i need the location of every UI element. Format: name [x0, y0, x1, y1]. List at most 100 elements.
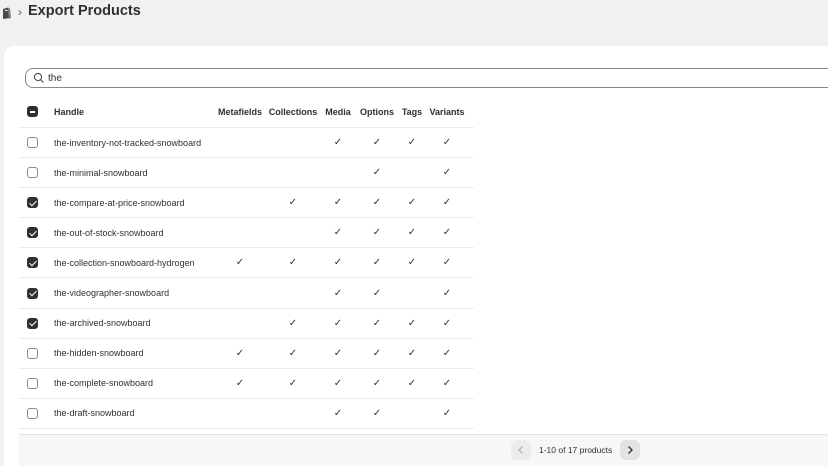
check-mark-icon: ✓ [235, 257, 245, 269]
media-cell: ✓ [323, 309, 353, 338]
chevron-left-icon [518, 446, 523, 454]
tags-cell: ✓ [401, 128, 423, 157]
variants-cell: ✓ [428, 188, 466, 217]
product-handle: the-collection-snowboard-hydrogen [54, 257, 195, 268]
pagination-label: 1-10 of 17 products [539, 445, 613, 455]
table-row[interactable]: the-out-of-stock-snowboard ✓ ✓ ✓ ✓ [19, 218, 474, 249]
table-header-row: Handle Metafields Collections Media Opti… [19, 96, 474, 128]
search-field[interactable] [25, 68, 828, 88]
collections-cell [269, 128, 317, 157]
check-mark-icon: ✓ [288, 197, 298, 209]
product-handle: the-minimal-snowboard [54, 167, 148, 178]
check-mark-icon: ✓ [407, 377, 417, 389]
row-checkbox[interactable] [27, 197, 38, 209]
row-checkbox-cell [27, 158, 41, 187]
row-checkbox[interactable] [27, 257, 38, 269]
check-mark-icon: ✓ [372, 317, 382, 329]
metafields-cell: ✓ [215, 248, 265, 277]
variants-cell: ✓ [428, 248, 466, 277]
table-row[interactable]: the-draft-snowboard ✓ ✓ ✓ [19, 399, 474, 429]
table-row[interactable]: the-collection-snowboard-hydrogen ✓ ✓ ✓ ✓ ✓ ✓ [19, 248, 474, 279]
metafields-cell [215, 158, 265, 187]
check-mark-icon: ✓ [442, 317, 452, 329]
check-mark-icon: ✓ [372, 167, 382, 179]
table-row[interactable]: the-complete-snowboard ✓ ✓ ✓ ✓ ✓ ✓ [19, 369, 474, 399]
table-row[interactable]: the-hidden-snowboard ✓ ✓ ✓ ✓ ✓ ✓ [19, 339, 474, 369]
product-handle: the-hidden-snowboard [54, 348, 144, 359]
row-checkbox[interactable] [27, 347, 38, 359]
next-page-button[interactable] [620, 440, 640, 460]
row-checkbox-cell [27, 399, 41, 428]
check-mark-icon: ✓ [407, 317, 417, 329]
product-handle: the-compare-at-price-snowboard [54, 197, 185, 208]
table-row[interactable]: the-videographer-snowboard ✓ ✓ ✓ [19, 278, 474, 309]
options-cell: ✓ [359, 188, 395, 217]
check-mark-icon: ✓ [372, 257, 382, 269]
check-mark-icon: ✓ [372, 377, 382, 389]
variants-cell: ✓ [428, 278, 466, 307]
collections-cell: ✓ [269, 248, 317, 277]
tags-cell [401, 158, 423, 187]
column-header-collections: Collections [268, 106, 318, 117]
check-mark-icon: ✓ [442, 197, 452, 209]
row-checkbox-cell [27, 128, 41, 157]
metafields-cell [215, 399, 265, 428]
previous-page-button[interactable] [511, 440, 531, 460]
check-mark-icon: ✓ [372, 197, 382, 209]
row-checkbox[interactable] [27, 377, 38, 389]
check-mark-icon: ✓ [442, 227, 452, 239]
collections-cell [269, 278, 317, 307]
media-cell: ✓ [323, 248, 353, 277]
product-handle: the-out-of-stock-snowboard [54, 227, 164, 238]
check-mark-icon: ✓ [333, 197, 343, 209]
table-row[interactable]: the-compare-at-price-snowboard ✓ ✓ ✓ ✓ ✓ [19, 188, 474, 219]
options-cell: ✓ [359, 309, 395, 338]
table-row[interactable]: the-archived-snowboard ✓ ✓ ✓ ✓ ✓ [19, 309, 474, 339]
collections-cell [269, 158, 317, 187]
media-cell: ✓ [323, 128, 353, 157]
row-checkbox[interactable] [27, 287, 38, 299]
metafields-cell [215, 128, 265, 157]
select-all-checkbox[interactable] [27, 106, 38, 117]
check-mark-icon: ✓ [407, 227, 417, 239]
metafields-cell: ✓ [215, 369, 265, 398]
check-mark-icon: ✓ [333, 287, 343, 299]
column-header-metafields: Metafields [217, 106, 262, 117]
row-checkbox[interactable] [27, 407, 38, 419]
tags-cell: ✓ [401, 339, 423, 368]
media-cell [323, 158, 353, 187]
row-checkbox[interactable] [27, 317, 38, 329]
table-row[interactable]: the-minimal-snowboard ✓ ✓ [19, 158, 474, 189]
row-checkbox[interactable] [27, 227, 38, 239]
row-checkbox-cell [27, 188, 41, 217]
media-cell: ✓ [323, 399, 353, 428]
table-row[interactable]: the-inventory-not-tracked-snowboard ✓ ✓ ✓ ✓ [19, 128, 474, 159]
row-checkbox[interactable] [27, 167, 38, 179]
check-mark-icon: ✓ [442, 377, 452, 389]
products-table: Handle Metafields Collections Media Opti… [19, 96, 474, 429]
collections-cell: ✓ [269, 188, 317, 217]
check-mark-icon: ✓ [407, 257, 417, 269]
media-cell: ✓ [323, 188, 353, 217]
check-mark-icon: ✓ [333, 257, 343, 269]
row-checkbox[interactable] [27, 137, 38, 149]
product-handle: the-archived-snowboard [54, 318, 151, 329]
options-cell: ✓ [359, 218, 395, 247]
media-cell: ✓ [323, 339, 353, 368]
check-mark-icon: ✓ [235, 377, 245, 389]
check-mark-icon: ✓ [333, 137, 343, 149]
search-input[interactable] [48, 71, 748, 85]
check-mark-icon: ✓ [333, 317, 343, 329]
check-mark-icon: ✓ [333, 377, 343, 389]
tags-cell [401, 399, 423, 428]
table-body: the-inventory-not-tracked-snowboard ✓ ✓ ✓ ✓ t… [19, 128, 474, 429]
product-handle: the-draft-snowboard [54, 408, 135, 419]
variants-cell: ✓ [428, 369, 466, 398]
variants-cell: ✓ [428, 309, 466, 338]
options-cell: ✓ [359, 369, 395, 398]
variants-cell: ✓ [428, 128, 466, 157]
row-checkbox-cell [27, 218, 41, 247]
app-logo-icon[interactable] [0, 6, 14, 20]
pagination-bar: 1-10 of 17 products [19, 434, 828, 466]
check-mark-icon: ✓ [407, 137, 417, 149]
